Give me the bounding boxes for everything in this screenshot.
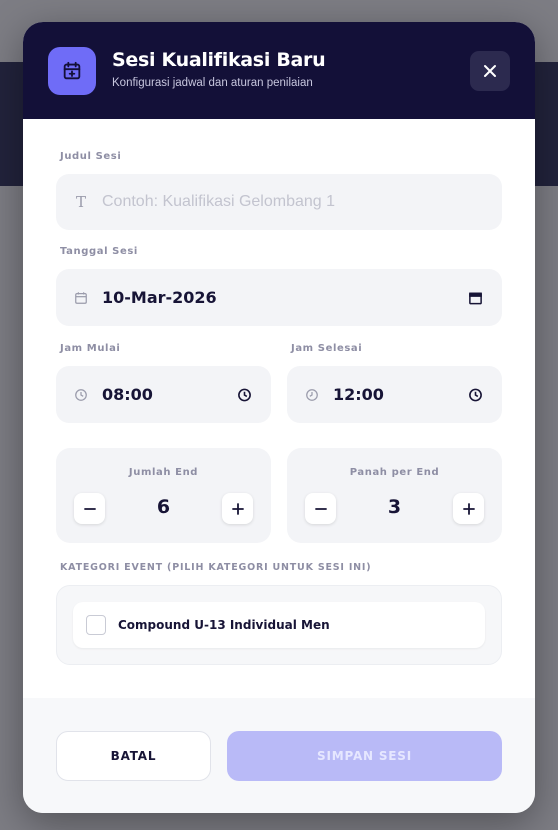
arrows-counter-label: Panah per End (349, 467, 440, 478)
session-date-input[interactable]: 10-Mar-2026 (56, 269, 502, 326)
arrows-counter: Panah per End 3 (287, 448, 502, 543)
category-item[interactable]: Compound U-13 Individual Men (73, 602, 485, 648)
category-section-label: KATEGORI EVENT (PILIH KATEGORI UNTUK SES… (60, 562, 372, 573)
text-icon: T (75, 193, 86, 211)
arrows-increment-button[interactable] (453, 493, 484, 524)
modal-subtitle: Konfigurasi jadwal dan aturan penilaian (112, 77, 313, 89)
plus-icon (462, 502, 475, 515)
calendar-icon (73, 290, 89, 306)
modal-header: Sesi Kualifikasi Baru Konfigurasi jadwal… (23, 22, 535, 119)
date-field-label: Tanggal Sesi (60, 246, 138, 257)
ends-counter-label: Jumlah End (128, 467, 199, 478)
save-session-button[interactable]: SIMPAN SESI (227, 731, 502, 781)
category-list: Compound U-13 Individual Men (56, 585, 502, 665)
start-time-value: 08:00 (102, 385, 153, 404)
ends-counter: Jumlah End 6 (56, 448, 271, 543)
start-time-picker-icon[interactable] (237, 387, 252, 402)
end-time-value: 12:00 (333, 385, 384, 404)
close-icon (484, 65, 496, 77)
session-date-value: 10-Mar-2026 (102, 288, 217, 307)
date-picker-icon[interactable] (468, 290, 483, 305)
cancel-button[interactable]: BATAL (56, 731, 211, 781)
end-time-input[interactable]: 12:00 (287, 366, 502, 423)
modal-footer: BATAL SIMPAN SESI (23, 698, 535, 813)
start-time-label: Jam Mulai (60, 343, 121, 354)
clock-icon (304, 387, 320, 403)
start-time-input[interactable]: 08:00 (56, 366, 271, 423)
plus-icon (231, 502, 244, 515)
session-title-placeholder: Contoh: Kualifikasi Gelombang 1 (102, 193, 336, 210)
end-time-picker-icon[interactable] (468, 387, 483, 402)
calendar-plus-icon (48, 47, 96, 95)
ends-increment-button[interactable] (222, 493, 253, 524)
new-session-modal: Sesi Kualifikasi Baru Konfigurasi jadwal… (23, 22, 535, 813)
category-checkbox[interactable] (86, 615, 106, 635)
title-field-label: Judul Sesi (60, 151, 122, 162)
end-time-label: Jam Selesai (291, 343, 363, 354)
modal-title: Sesi Kualifikasi Baru (112, 49, 326, 71)
close-button[interactable] (470, 51, 510, 91)
clock-icon (73, 387, 89, 403)
session-title-input[interactable]: T Contoh: Kualifikasi Gelombang 1 (56, 174, 502, 230)
modal-body: Judul Sesi T Contoh: Kualifikasi Gelomba… (23, 119, 535, 698)
category-name: Compound U-13 Individual Men (118, 618, 330, 632)
